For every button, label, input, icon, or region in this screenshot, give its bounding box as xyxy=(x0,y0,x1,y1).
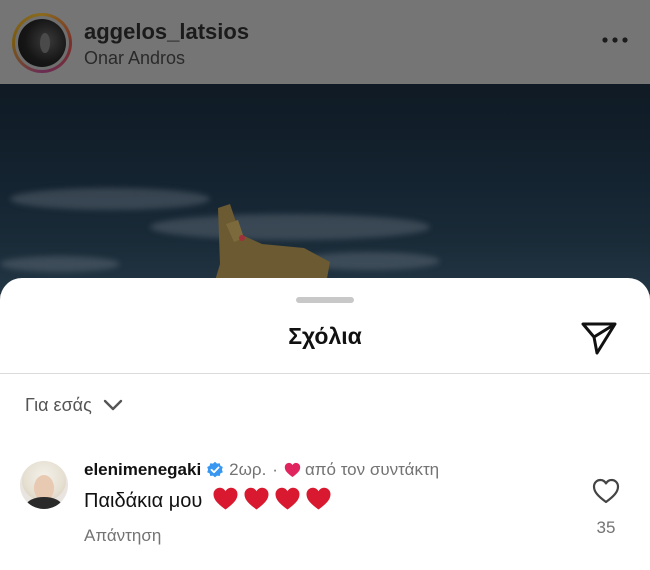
comment-meta: elenimenegaki 2ωρ. · από τον συντάκτη xyxy=(84,459,439,481)
photo-subject xyxy=(214,204,330,284)
comment-body: Παιδάκια μου xyxy=(84,486,332,516)
red-heart-emoji xyxy=(306,487,331,509)
post-location[interactable]: Onar Andros xyxy=(84,48,185,69)
post-photo xyxy=(0,84,650,294)
meta-separator: · xyxy=(272,460,278,479)
sheet-grabber[interactable] xyxy=(296,297,354,303)
author-liked-heart-icon xyxy=(284,462,301,477)
sheet-title: Σχόλια xyxy=(288,323,362,349)
comments-sheet: Σχόλια Για εσάς elenimenegaki 2ωρ. · από… xyxy=(0,278,650,570)
liked-by-author-label: από τον συντάκτη xyxy=(304,460,440,479)
comment-text: Παιδάκια μου xyxy=(84,489,203,512)
commenter-avatar[interactable] xyxy=(20,461,68,509)
verified-badge-icon xyxy=(207,461,223,478)
more-horizontal-icon[interactable] xyxy=(598,30,632,50)
like-heart-icon[interactable] xyxy=(592,478,620,504)
story-ring-avatar[interactable] xyxy=(12,13,72,73)
post-username[interactable]: aggelos_latsios xyxy=(84,19,249,45)
red-heart-emoji xyxy=(275,487,300,509)
chevron-down-icon xyxy=(103,399,122,411)
like-count: 35 xyxy=(596,518,616,537)
filter-label: Για εσάς xyxy=(25,394,92,415)
emoji-hearts xyxy=(208,486,332,517)
red-heart-emoji xyxy=(213,487,238,509)
comment-time: 2ωρ. xyxy=(229,460,267,479)
reply-button[interactable]: Απάντηση xyxy=(84,526,161,546)
red-heart-emoji xyxy=(244,487,269,509)
comment-filter-dropdown[interactable]: Για εσάς xyxy=(25,393,124,417)
avatar xyxy=(18,19,66,67)
send-icon[interactable] xyxy=(580,320,618,356)
divider xyxy=(0,373,650,374)
post-header: aggelos_latsios Onar Andros xyxy=(0,0,650,84)
comment-username[interactable]: elenimenegaki xyxy=(84,460,201,480)
